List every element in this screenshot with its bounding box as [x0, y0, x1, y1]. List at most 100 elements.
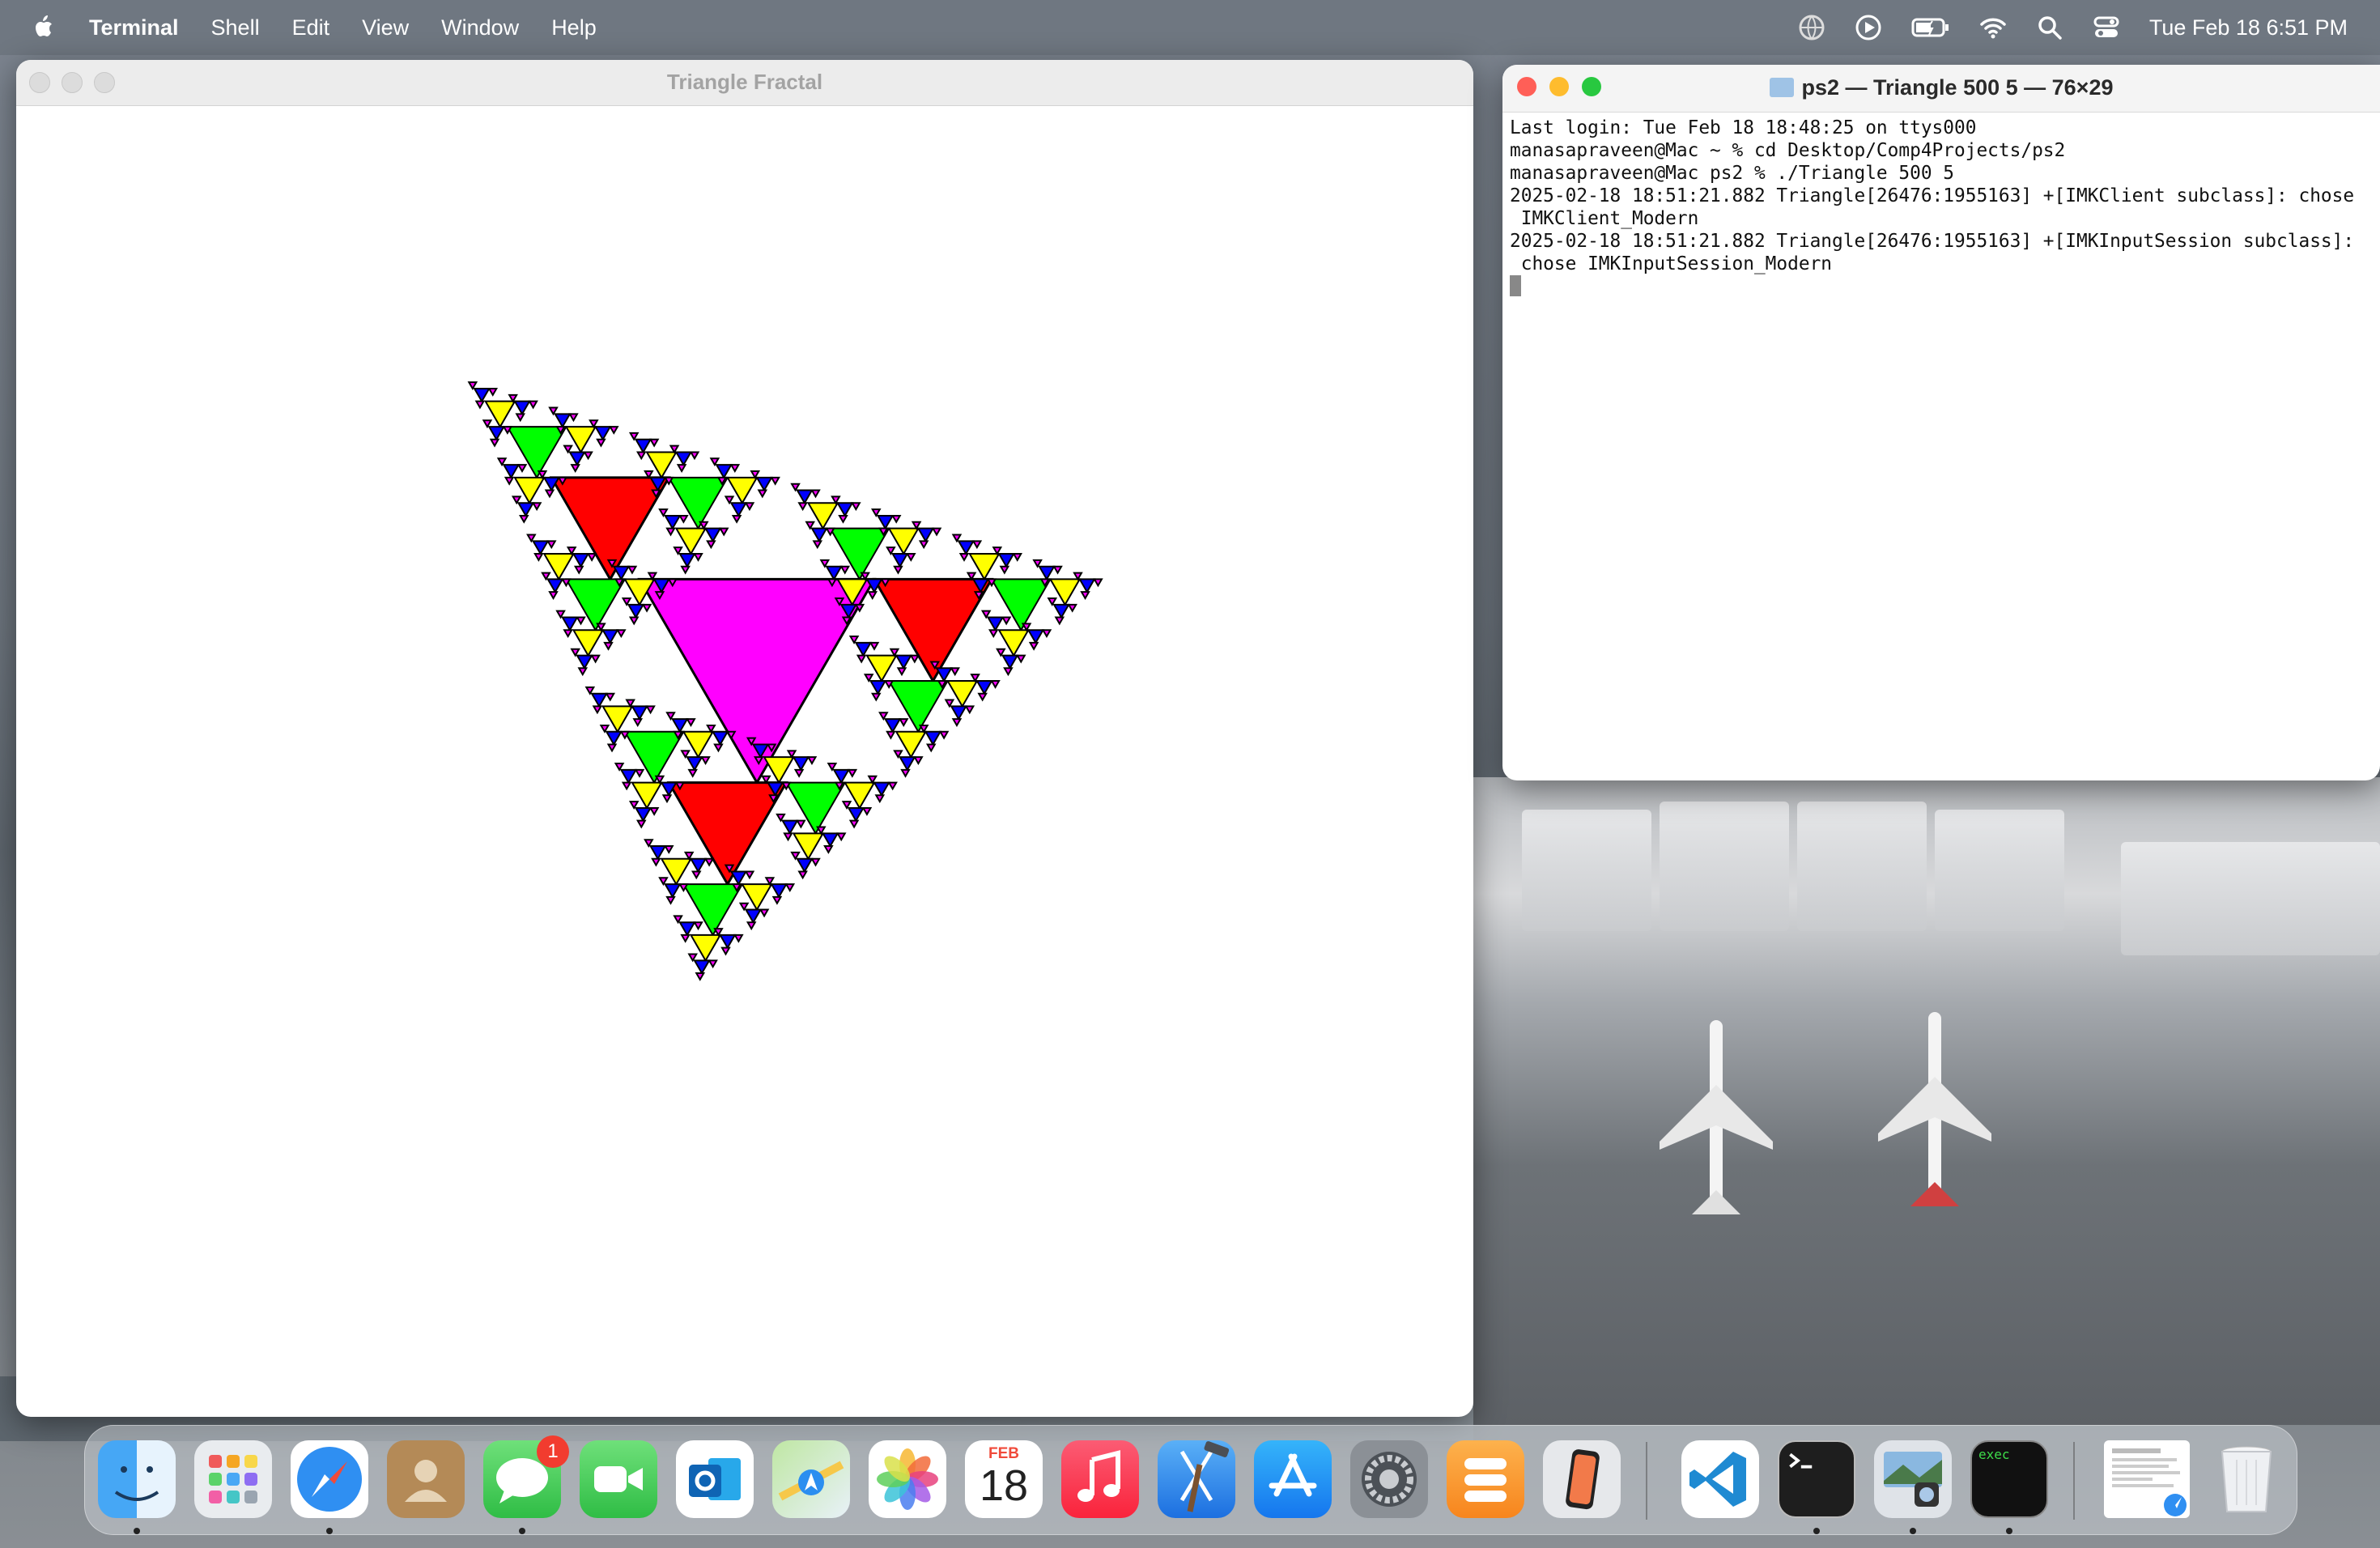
- fractal-triangle: [1093, 578, 1103, 588]
- fractal-triangle: [1001, 616, 1012, 626]
- fractal-triangle: [676, 464, 687, 474]
- search-icon[interactable]: [2036, 14, 2063, 41]
- fractal-triangle: [706, 724, 716, 734]
- fractal-triangle: [718, 527, 729, 537]
- fractal-triangle: [883, 718, 902, 734]
- control-center-icon[interactable]: [2093, 14, 2120, 41]
- wifi-icon[interactable]: [1979, 14, 2007, 41]
- safari-icon: [297, 1447, 362, 1512]
- fractal-triangle: [744, 908, 763, 925]
- dock-music[interactable]: [1061, 1440, 1139, 1518]
- fractal-triangle: [999, 565, 1010, 575]
- fractal-triangle: [671, 718, 689, 734]
- fractal-triangle: [1032, 559, 1043, 568]
- fractal-triangle: [918, 540, 929, 550]
- dock-facetime[interactable]: [580, 1440, 657, 1518]
- fractal-triangle: [786, 750, 797, 759]
- fractal-triangle: [537, 470, 548, 479]
- dock-maps[interactable]: [772, 1440, 850, 1518]
- dock-calendar[interactable]: FEB 18: [965, 1440, 1043, 1518]
- fractal-triangle: [689, 451, 700, 461]
- document-thumbnail-icon: [2112, 1448, 2187, 1516]
- dock-document[interactable]: [2104, 1440, 2190, 1518]
- fractal-triangle: [674, 451, 693, 467]
- dock-outlook[interactable]: [676, 1440, 754, 1518]
- menu-help[interactable]: Help: [551, 15, 597, 40]
- fractal-triangle: [683, 851, 695, 861]
- terminal-output[interactable]: Last login: Tue Feb 18 18:48:25 on ttys0…: [1510, 117, 2372, 298]
- dock-pages[interactable]: [1447, 1440, 1524, 1518]
- fractal-triangle: [533, 553, 544, 562]
- fractal-triangle: [590, 654, 601, 664]
- fractal-triangle: [841, 801, 852, 810]
- fractal-triangle: [487, 426, 506, 441]
- play-icon[interactable]: [1855, 14, 1882, 41]
- fractal-triangle: [790, 483, 801, 492]
- menu-app-name[interactable]: Terminal: [89, 15, 179, 40]
- fractal-triangle: [625, 699, 635, 708]
- dock-trash[interactable]: [2208, 1440, 2285, 1518]
- fractal-triangle: [724, 495, 735, 505]
- dock-safari[interactable]: [291, 1440, 368, 1518]
- dock-vscode[interactable]: [1681, 1440, 1759, 1518]
- menu-view[interactable]: View: [362, 15, 409, 40]
- dock-xcode[interactable]: [1158, 1440, 1235, 1518]
- fractal-triangle: [1028, 641, 1039, 651]
- fractal-triangle: [703, 527, 722, 543]
- dock-iphone-mirroring[interactable]: [1543, 1440, 1621, 1518]
- fractal-triangle: [641, 603, 652, 613]
- fractal-triangle: [548, 406, 559, 416]
- dock-app-store[interactable]: [1254, 1440, 1332, 1518]
- fractal-triangle: [644, 839, 654, 848]
- fractal-triangle: [687, 768, 698, 778]
- dock-contacts[interactable]: [387, 1440, 465, 1518]
- fractal-triangle: [645, 705, 656, 715]
- dock-finder[interactable]: [98, 1440, 176, 1518]
- fractal-window-titlebar[interactable]: Triangle Fractal: [16, 60, 1473, 106]
- fractal-triangle: [1078, 578, 1096, 594]
- terminal-titlebar[interactable]: ps2 — Triangle 500 5 — 76×29: [1502, 65, 2380, 113]
- dock-preview[interactable]: [1874, 1440, 1952, 1518]
- dock-launchpad[interactable]: [194, 1440, 272, 1518]
- dock-photos[interactable]: [869, 1440, 946, 1518]
- terminal-cursor: [1510, 275, 1521, 296]
- fractal-triangle: [869, 641, 880, 651]
- battery-icon[interactable]: [1911, 14, 1950, 41]
- contacts-icon: [405, 1460, 447, 1502]
- fractal-triangle: [709, 457, 720, 467]
- menu-edit[interactable]: Edit: [292, 15, 330, 40]
- fractal-triangle: [589, 419, 599, 429]
- dock-terminal[interactable]: [1778, 1440, 1855, 1518]
- fractal-triangle: [838, 514, 848, 524]
- pages-icon: [1464, 1458, 1507, 1502]
- menu-shell[interactable]: Shell: [211, 15, 260, 40]
- fractal-triangle: [572, 553, 590, 568]
- iphone-icon: [1566, 1449, 1600, 1510]
- airplane-icon: [1660, 1020, 1773, 1214]
- airplane-icon: [1878, 1012, 1991, 1206]
- menu-window[interactable]: Window: [441, 15, 519, 40]
- fractal-triangle: [576, 654, 593, 670]
- fractal-triangle: [893, 750, 903, 759]
- fractal-triangle: [596, 438, 606, 448]
- fractal-triangle: [825, 565, 843, 581]
- globe-icon[interactable]: [1798, 14, 1825, 41]
- dock-exec[interactable]: exec: [1970, 1440, 2048, 1518]
- terminal-title: ps2 — Triangle 500 5 — 76×29: [1502, 75, 2380, 100]
- fractal-triangle: [603, 641, 614, 651]
- fractal-triangle: [924, 730, 942, 746]
- gear-icon: [1362, 1452, 1417, 1507]
- fractal-triangle: [554, 413, 572, 429]
- apple-logo-icon[interactable]: [32, 14, 57, 41]
- menu-clock[interactable]: Tue Feb 18 6:51 PM: [2149, 15, 2348, 40]
- fractal-triangle: [678, 514, 689, 524]
- terminal-title-text: ps2 — Triangle 500 5 — 76×29: [1801, 75, 2114, 100]
- dock-system-settings[interactable]: [1350, 1440, 1428, 1518]
- fractal-triangle: [669, 444, 680, 454]
- fractal-triangle: [605, 692, 616, 702]
- fractal-triangle: [911, 521, 922, 530]
- fractal-triangle: [673, 546, 683, 556]
- fractal-triangle: [867, 775, 878, 785]
- fractal-triangle: [516, 502, 535, 517]
- facetime-icon: [594, 1466, 643, 1492]
